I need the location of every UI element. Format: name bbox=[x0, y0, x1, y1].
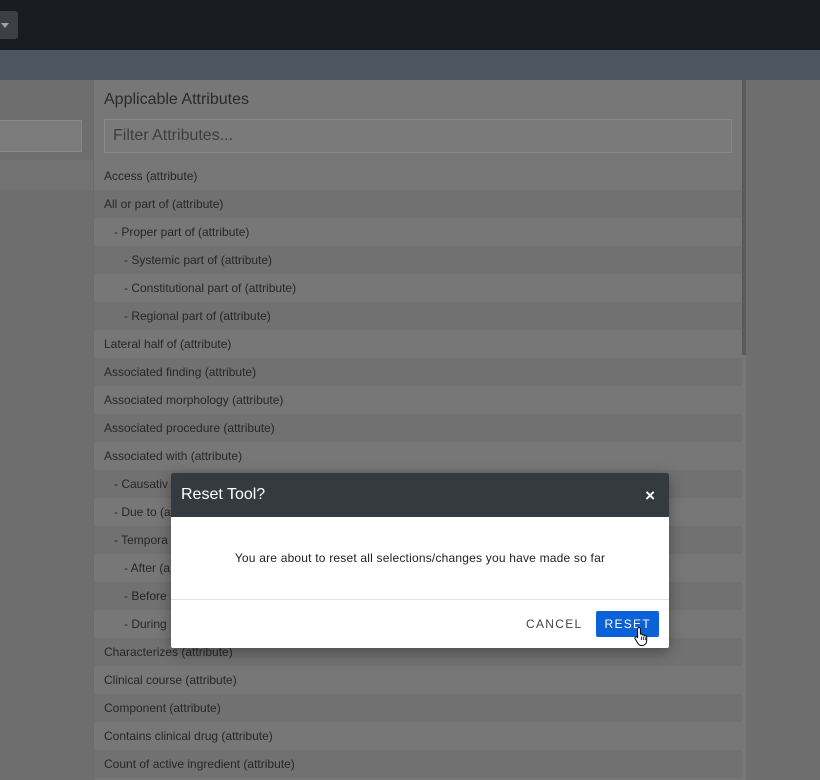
attribute-list-item[interactable]: Associated morphology (attribute) bbox=[94, 386, 742, 414]
attribute-list-item[interactable]: Associated with (attribute) bbox=[94, 442, 742, 470]
applicable-attributes-panel: Applicable Attributes Access (attribute)… bbox=[93, 80, 746, 780]
hand-pointer-cursor-icon bbox=[634, 626, 648, 646]
dialog-title: Reset Tool? bbox=[181, 486, 266, 503]
attribute-list-item[interactable]: - Proper part of (attribute) bbox=[94, 218, 742, 246]
attribute-list-item[interactable]: Contains clinical drug (attribute) bbox=[94, 722, 742, 750]
right-gutter bbox=[746, 80, 820, 780]
attribute-list-item[interactable]: Lateral half of (attribute) bbox=[94, 330, 742, 358]
attribute-list-item[interactable]: All or part of (attribute) bbox=[94, 190, 742, 218]
filter-attributes-input[interactable] bbox=[104, 119, 732, 153]
navbar-dropdown-toggle[interactable] bbox=[0, 11, 18, 39]
dialog-body: You are about to reset all selections/ch… bbox=[171, 517, 669, 600]
attribute-list-item[interactable]: Associated procedure (attribute) bbox=[94, 414, 742, 442]
cancel-button[interactable]: CANCEL bbox=[522, 611, 586, 637]
attribute-list-item[interactable]: - Regional part of (attribute) bbox=[94, 302, 742, 330]
attribute-list-item[interactable]: - Constitutional part of (attribute) bbox=[94, 274, 742, 302]
reset-tool-dialog: Reset Tool? × You are about to reset all… bbox=[171, 473, 669, 648]
panel-title: Applicable Attributes bbox=[104, 91, 249, 108]
attribute-list-item[interactable]: - Systemic part of (attribute) bbox=[94, 246, 742, 274]
left-list-row bbox=[0, 160, 93, 190]
left-panel bbox=[0, 80, 93, 780]
dialog-footer: CANCEL RESET bbox=[171, 600, 669, 648]
dialog-message: You are about to reset all selections/ch… bbox=[234, 551, 606, 565]
dialog-header: Reset Tool? × bbox=[171, 473, 669, 517]
attribute-list-item[interactable]: Clinical course (attribute) bbox=[94, 666, 742, 694]
attribute-list-item[interactable]: Associated finding (attribute) bbox=[94, 358, 742, 386]
attribute-list-item[interactable]: Count of active ingredient (attribute) bbox=[94, 750, 742, 778]
close-icon[interactable]: × bbox=[645, 487, 655, 504]
sub-toolbar bbox=[0, 50, 820, 80]
left-search-input[interactable] bbox=[0, 120, 82, 152]
attribute-list-item[interactable]: Access (attribute) bbox=[94, 162, 742, 190]
attribute-list: Access (attribute) All or part of (attrib… bbox=[94, 162, 742, 778]
top-navbar bbox=[0, 0, 820, 50]
attribute-list-item[interactable]: Component (attribute) bbox=[94, 694, 742, 722]
